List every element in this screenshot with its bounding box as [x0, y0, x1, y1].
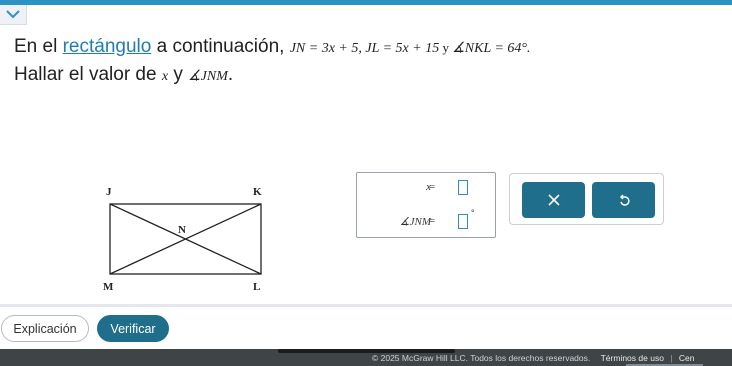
answer-row-angle: ∡JNM = ° [357, 208, 497, 231]
footer-text: © 2025 McGraw Hill LLC. Todos los derech… [372, 353, 694, 363]
vertex-label-l: L [253, 281, 260, 293]
terms-link[interactable]: Términos de uso [601, 353, 664, 363]
clear-button[interactable] [522, 182, 585, 218]
verify-button[interactable]: Verificar [97, 315, 169, 342]
undo-button[interactable] [592, 182, 655, 218]
vertex-label-k: K [253, 186, 262, 198]
answer-box: x = ∡JNM = ° [356, 172, 496, 238]
collapse-tab[interactable] [0, 5, 27, 25]
answer-tools [509, 173, 664, 225]
footer-separator: | [670, 353, 673, 363]
answer-row-x: x = [357, 177, 497, 197]
angle-to-find: ∡JNM [188, 69, 228, 84]
vertex-label-m: M [103, 281, 114, 293]
equals-sign: = [429, 215, 436, 227]
question-line2-prefix: Hallar el valor de [14, 64, 162, 85]
angle-input[interactable] [458, 213, 468, 229]
question-and: y [439, 40, 453, 55]
copyright-text: © 2025 McGraw Hill LLC. Todos los derech… [372, 353, 591, 363]
given-equations: JN = 3x + 5, JL = 5x + 15 [289, 41, 440, 56]
question-period: . [227, 64, 234, 85]
equals-sign: = [429, 181, 436, 193]
question-middle: a continuación, [151, 36, 290, 57]
explanation-button[interactable]: Explicación [1, 315, 89, 342]
x-icon [547, 194, 560, 206]
rectangle-link[interactable]: rectángulo [63, 36, 152, 57]
question-line-1: En el rectángulo a continuación, JN = 3x… [14, 34, 531, 62]
chevron-down-icon [6, 10, 20, 19]
top-accent-bar [0, 0, 732, 5]
rectangle-diagram: J K N M L [103, 186, 262, 293]
undo-icon [619, 193, 630, 206]
question-line2-and: y [168, 64, 189, 85]
center-label-n: N [178, 224, 186, 236]
footer-next-link[interactable]: Cen [679, 353, 695, 363]
vertex-label-j: J [106, 186, 112, 198]
question-prefix: En el [14, 36, 63, 57]
x-input[interactable] [458, 179, 468, 195]
degree-symbol: ° [471, 208, 475, 218]
answer-label-angle: ∡JNM [399, 215, 431, 228]
given-angle: ∡NKL = 64°. [452, 41, 531, 56]
question-line-2: Hallar el valor de x y ∡JNM. [14, 62, 531, 90]
divider [0, 304, 732, 307]
question-text: En el rectángulo a continuación, JN = 3x… [14, 34, 531, 90]
